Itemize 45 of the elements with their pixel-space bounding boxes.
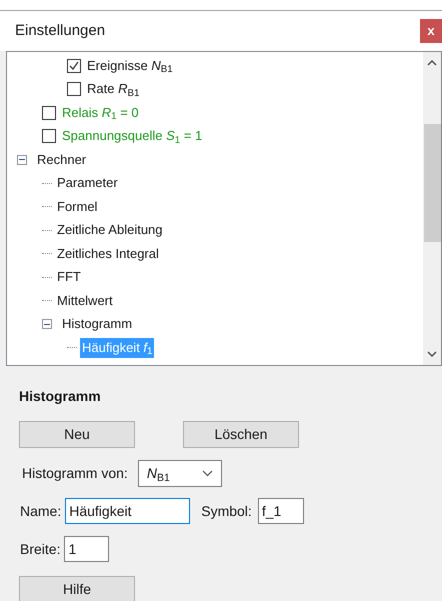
field-label: Name:	[20, 502, 62, 520]
checkbox[interactable]	[67, 82, 81, 96]
name-field[interactable]: Häufigkeit	[65, 498, 190, 524]
tree-line	[67, 347, 77, 348]
symbol-field[interactable]: f_1	[258, 498, 304, 524]
tree-line	[42, 206, 52, 208]
collapse-icon[interactable]	[42, 319, 52, 330]
panel-title: Einstellungen	[15, 20, 106, 41]
field-label: Histogramm von:	[22, 464, 128, 483]
tree-item[interactable]: Zeitliche Ableitung	[55, 220, 165, 240]
tree-line	[42, 230, 52, 231]
tree-line	[42, 300, 52, 302]
tree-item[interactable]: Spannungsquelle S$_{1}$ = 1	[60, 126, 204, 146]
tree-line	[42, 253, 52, 254]
section-heading: Histogramm	[19, 387, 102, 406]
collapse-icon[interactable]	[17, 154, 27, 165]
tree-item[interactable]: Histogramm	[60, 314, 134, 334]
scrollbar-thumb[interactable]	[424, 124, 440, 242]
checkbox[interactable]	[42, 129, 56, 144]
new-button[interactable]: Neu	[19, 421, 135, 448]
field-label: Breite:	[20, 540, 60, 558]
tree-item[interactable]: Mittelwert	[55, 290, 115, 311]
chevron-down-icon	[202, 470, 213, 477]
tree-item[interactable]: Parameter	[55, 173, 120, 194]
tree-item[interactable]: Formel	[55, 196, 100, 217]
tree-item[interactable]: Relais R$_{1}$ = 0	[60, 102, 141, 123]
tree-item[interactable]: Zeitliches Integral	[55, 244, 161, 264]
tree-item[interactable]: FFT	[55, 267, 83, 288]
delete-button[interactable]: Löschen	[183, 421, 299, 448]
checkbox[interactable]	[42, 106, 56, 120]
width-field[interactable]: 1	[64, 536, 110, 562]
field-label: Symbol:	[201, 502, 252, 521]
help-button[interactable]: Hilfe	[19, 576, 135, 601]
checkbox[interactable]	[67, 58, 81, 73]
scrollbar[interactable]	[423, 52, 441, 365]
source-dropdown[interactable]: N$_{B1}$	[138, 460, 222, 487]
tree-line	[42, 276, 52, 278]
close-button[interactable]: x	[420, 19, 442, 43]
tree-item[interactable]: Rate R$_{B1}$	[85, 79, 142, 100]
scroll-up-icon[interactable]	[427, 60, 437, 66]
checkmark-icon	[69, 60, 79, 71]
tree-item[interactable]: Rechner	[35, 150, 88, 170]
tree-item[interactable]: Ereignisse N$_{B1}$	[85, 56, 175, 76]
tree-line	[42, 182, 52, 184]
scroll-down-icon[interactable]	[427, 351, 437, 357]
